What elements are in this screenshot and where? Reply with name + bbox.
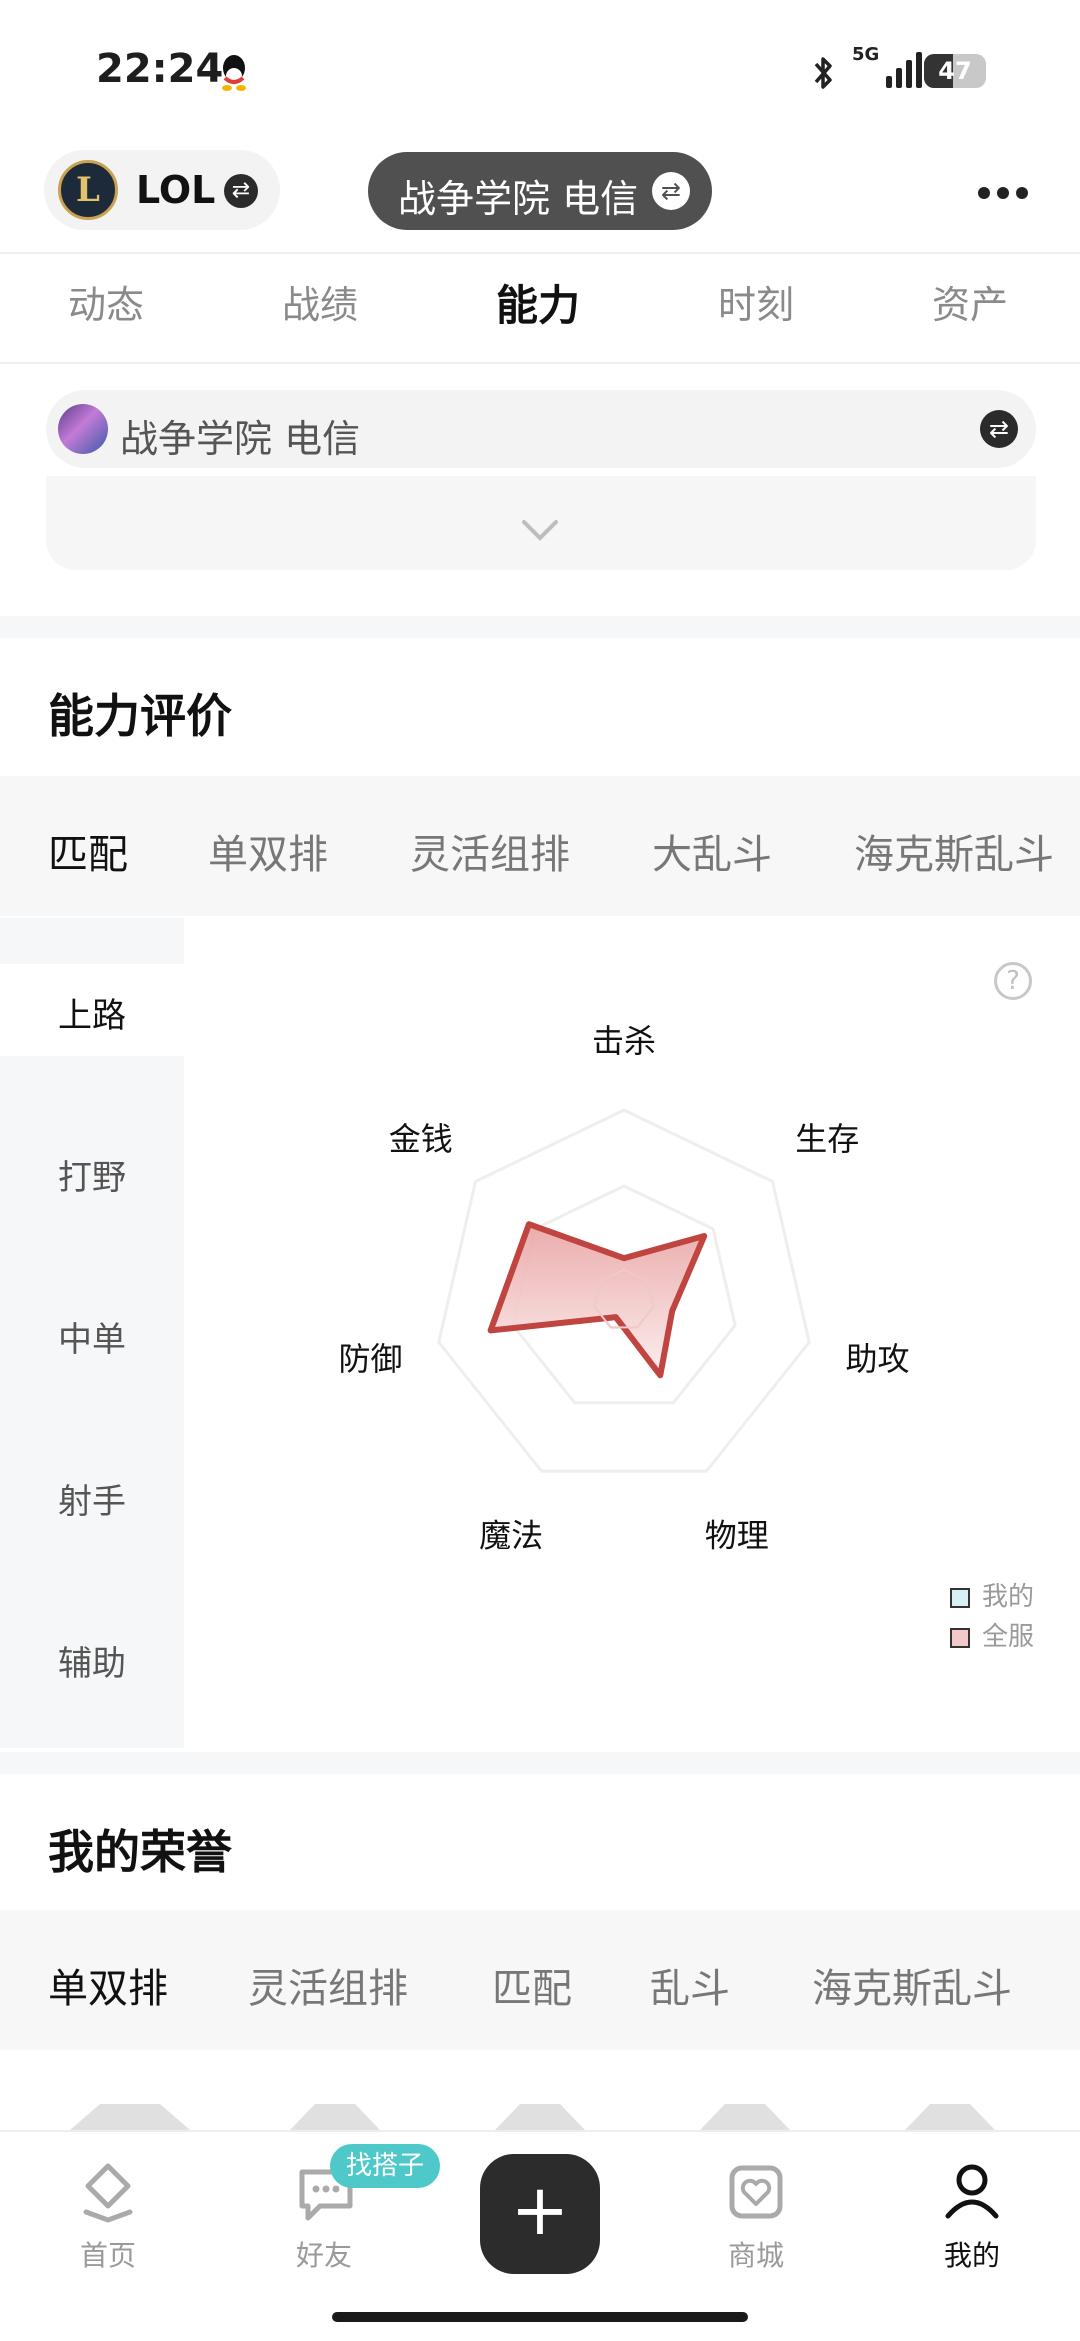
honor-badge-icon	[290, 2104, 380, 2130]
find-partner-badge[interactable]: 找搭子	[330, 2144, 441, 2188]
legend-item-mine: 我的	[950, 1576, 1034, 1613]
honor-badge-icon	[495, 2104, 585, 2130]
divider	[0, 362, 1080, 364]
radar-axis-label: 防御	[339, 1340, 403, 1378]
tab-dynamics[interactable]: 动态	[26, 274, 186, 329]
swap-icon[interactable]: ⇄	[224, 174, 258, 208]
mode-tab-ranked-solo[interactable]: 单双排	[208, 822, 328, 880]
status-time: 22:24	[96, 46, 224, 92]
role-mid[interactable]: 中单	[0, 1312, 184, 1361]
battery-level: 47	[938, 57, 972, 85]
tab-assets[interactable]: 资产	[890, 274, 1050, 329]
honor-tab-flex[interactable]: 灵活组排	[248, 1956, 408, 2014]
honor-tab-aram[interactable]: 乱斗	[650, 1956, 730, 2014]
mode-tab-flex[interactable]: 灵活组排	[410, 822, 570, 880]
radar-axis-label: 魔法	[479, 1516, 543, 1554]
honor-tab-ranked-solo[interactable]: 单双排	[48, 1956, 168, 2014]
tab-ability[interactable]: 能力	[458, 272, 618, 333]
home-icon[interactable]	[76, 2160, 140, 2224]
legend-swatch-server	[950, 1627, 970, 1648]
battery-indicator: 47	[924, 54, 986, 88]
create-post-button[interactable]: +	[480, 2154, 600, 2274]
legend-item-server: 全服	[950, 1616, 1034, 1653]
server-name: 战争学院 电信	[398, 177, 639, 221]
shop-icon[interactable]	[724, 2160, 788, 2224]
bluetooth-icon	[814, 57, 832, 89]
game-name: LOL	[136, 168, 216, 212]
section-gap	[0, 1752, 1080, 1774]
legend-label-mine: 我的	[982, 1582, 1035, 1612]
radar-axis-label: 金钱	[389, 1120, 453, 1158]
nav-me[interactable]: 我的	[892, 2234, 1052, 2274]
mode-tab-aram[interactable]: 大乱斗	[652, 822, 772, 880]
radar-axis-label: 物理	[705, 1516, 769, 1554]
honor-badge-icon	[905, 2104, 995, 2130]
honor-tab-hextech-aram[interactable]: 海克斯乱斗	[812, 1956, 1012, 2014]
nav-home[interactable]: 首页	[28, 2234, 188, 2274]
nav-shop[interactable]: 商城	[676, 2234, 836, 2274]
qq-icon	[222, 55, 246, 91]
profile-icon[interactable]	[940, 2158, 1004, 2222]
honor-section-title: 我的荣誉	[48, 1825, 232, 1879]
legend-swatch-mine	[950, 1587, 970, 1608]
radar-axis-label: 击杀	[592, 1022, 656, 1060]
mode-tab-match[interactable]: 匹配	[48, 822, 128, 880]
radar-series-server	[487, 1221, 708, 1379]
tab-records[interactable]: 战绩	[240, 274, 400, 329]
divider	[0, 252, 1080, 254]
role-top[interactable]: 上路	[0, 988, 184, 1037]
section-gap	[0, 616, 1080, 638]
mode-tab-hextech-aram[interactable]: 海克斯乱斗	[854, 822, 1054, 880]
honor-badge-icon	[70, 2104, 190, 2130]
honor-badge-icon	[700, 2104, 790, 2130]
avatar	[58, 404, 108, 454]
honor-badges-row	[70, 2104, 995, 2130]
radar-axis-label: 生存	[795, 1120, 859, 1158]
role-adc[interactable]: 射手	[0, 1474, 184, 1523]
ability-chart-card: 击杀生存助攻物理 魔法 防御 金钱	[184, 918, 1080, 1748]
tab-moments[interactable]: 时刻	[676, 274, 836, 329]
honor-tab-match[interactable]: 匹配	[492, 1956, 572, 2014]
more-options-icon[interactable]	[978, 184, 1038, 199]
swap-icon[interactable]: ⇄	[652, 172, 690, 210]
legend-label-server: 全服	[982, 1622, 1035, 1652]
ability-section-title: 能力评价	[48, 689, 232, 743]
swap-icon[interactable]: ⇄	[980, 410, 1018, 448]
radar-axis-label: 助攻	[845, 1340, 909, 1378]
nav-friends[interactable]: 好友	[244, 2234, 404, 2274]
help-icon[interactable]: ?	[994, 962, 1032, 1000]
account-name: 战争学院 电信	[120, 417, 361, 461]
chevron-down-icon[interactable]	[520, 518, 560, 542]
role-support[interactable]: 辅助	[0, 1636, 184, 1685]
radar-chart: 击杀生存助攻物理 魔法 防御 金钱	[339, 1022, 910, 1554]
role-jungle[interactable]: 打野	[0, 1150, 184, 1199]
lol-logo-icon: L	[58, 160, 118, 220]
home-indicator[interactable]	[332, 2312, 748, 2322]
